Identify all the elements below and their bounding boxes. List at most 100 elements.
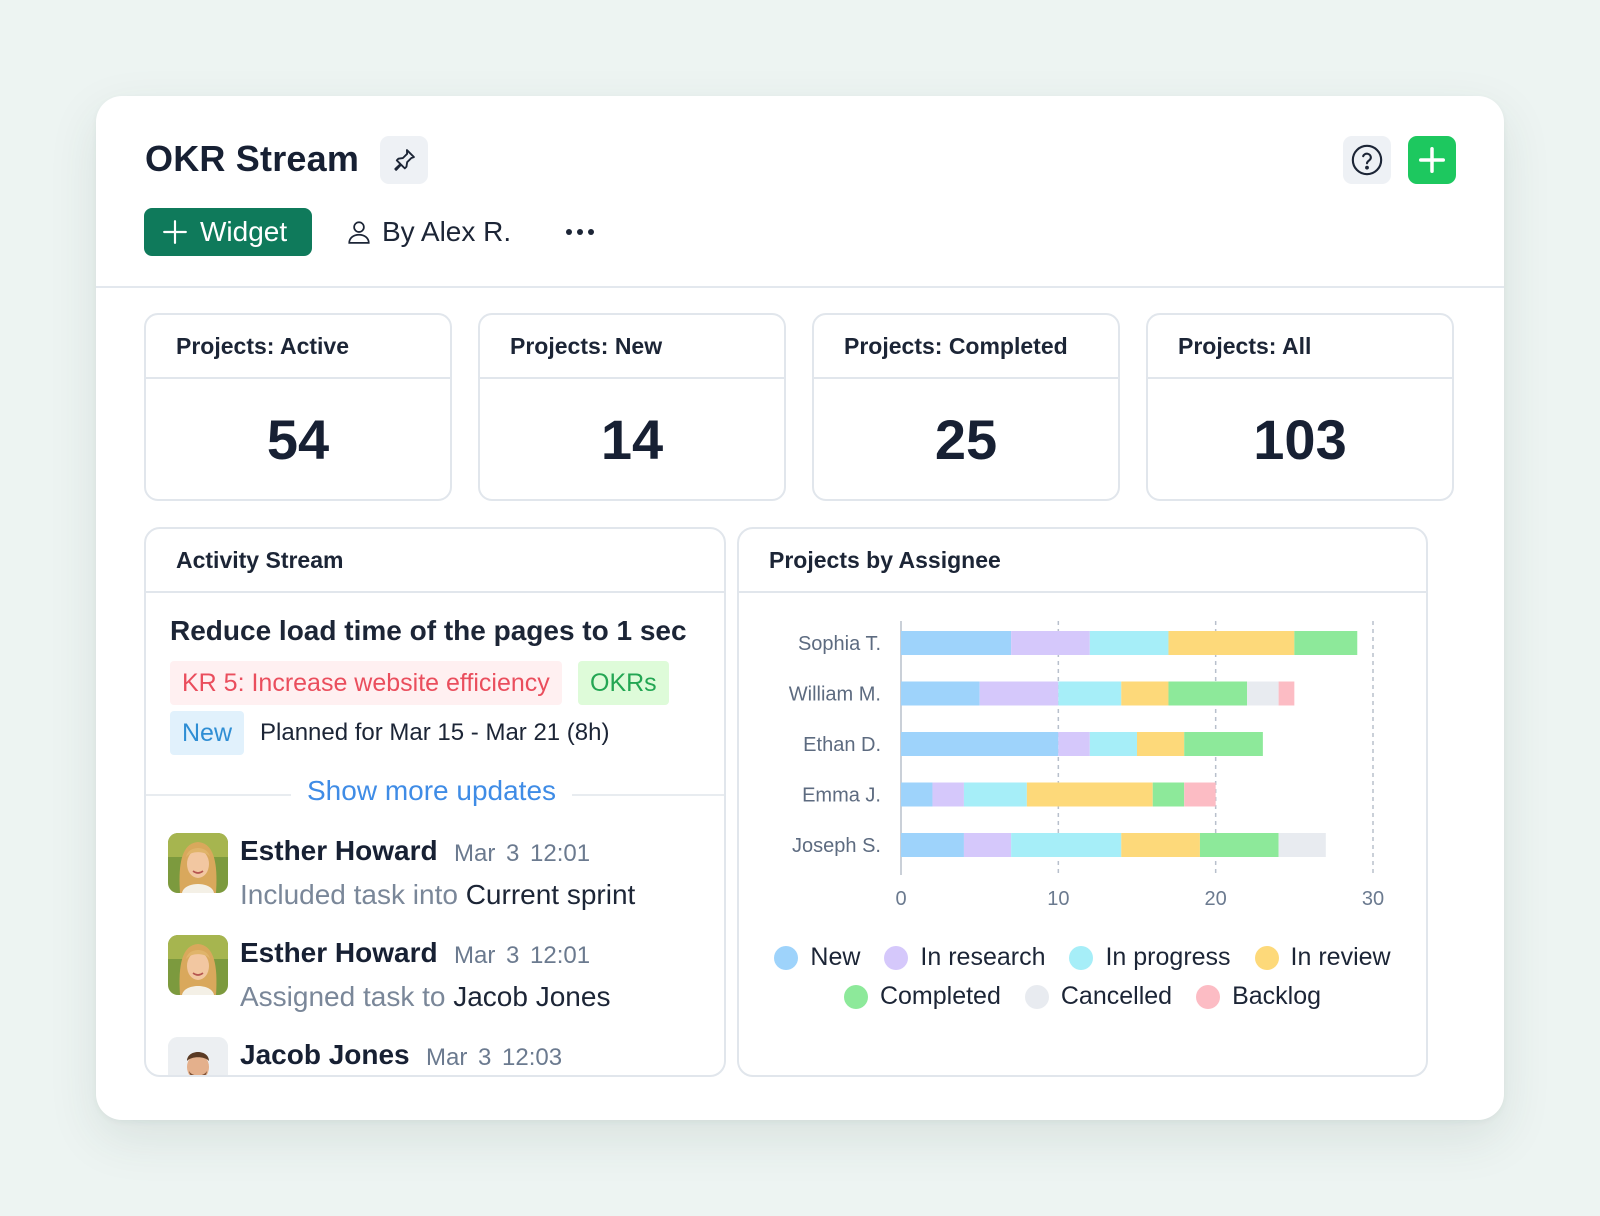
bar-segment <box>1184 732 1263 756</box>
y-tick-label: Ethan D. <box>803 734 881 756</box>
x-tick-label: 10 <box>1047 888 1069 910</box>
status-badge: New <box>170 711 245 755</box>
bar-segment <box>1278 681 1295 706</box>
stat-value: 14 <box>600 407 664 471</box>
key-result-tag[interactable]: KR 5: Increase website efficiency <box>170 661 562 705</box>
pin-icon <box>394 149 415 171</box>
bar-segment <box>979 681 1059 706</box>
bar-segment <box>1184 782 1216 807</box>
stat-value: 25 <box>934 407 998 471</box>
activity-text: Assigned task to Jacob Jones <box>240 981 610 1013</box>
bar-segment <box>1137 732 1185 756</box>
avatar[interactable] <box>168 1037 228 1075</box>
user-icon <box>348 221 370 244</box>
legend-item[interactable]: In progress <box>1069 943 1231 972</box>
planned-dates: Planned for Mar 15 - Mar 21 (8h) <box>260 719 610 746</box>
stat-card-all[interactable]: Projects: All 103 <box>1146 313 1454 501</box>
bar-segment <box>901 833 964 857</box>
bar-segment <box>1121 681 1169 706</box>
bar-segment <box>1294 631 1358 655</box>
bar-segment <box>963 833 1012 857</box>
add-widget-button[interactable]: Widget <box>144 208 312 256</box>
avatar[interactable] <box>168 935 228 995</box>
y-tick-label: Emma J. <box>802 785 881 807</box>
legend-item[interactable]: Completed <box>843 982 1001 1011</box>
activity-item: Esther Howard Mar 3 12:01 Assigned task … <box>168 935 688 1025</box>
x-tick-label: 0 <box>895 888 906 910</box>
user-name[interactable]: Esther Howard <box>240 835 438 867</box>
add-button[interactable] <box>1408 136 1456 184</box>
user-name[interactable]: Esther Howard <box>240 937 438 969</box>
action-text: Assigned task to <box>240 981 446 1012</box>
bar-segment <box>901 631 1012 655</box>
task-title[interactable]: Reduce load time of the pages to 1 sec <box>170 615 687 647</box>
activity-text: Included task into Current sprint <box>240 879 635 911</box>
bar-segment <box>1121 833 1200 857</box>
legend-item[interactable]: In research <box>884 943 1045 972</box>
stat-card-active[interactable]: Projects: Active 54 <box>144 313 452 501</box>
x-tick-label: 30 <box>1362 888 1384 910</box>
bar-segment <box>901 732 1059 756</box>
legend-label: In research <box>920 943 1046 971</box>
bar-segment <box>963 782 1027 807</box>
more-options-button[interactable] <box>562 216 598 248</box>
bar-segment <box>1011 631 1090 655</box>
bar-segment <box>1168 631 1295 655</box>
stat-label: Projects: All <box>1148 315 1452 379</box>
okr-tag[interactable]: OKRs <box>578 661 669 705</box>
legend-label: New <box>810 943 861 971</box>
legend-swatch <box>774 945 799 970</box>
legend-swatch <box>1024 984 1049 1009</box>
page-title: OKR Stream <box>145 138 360 179</box>
x-tick-label: 20 <box>1205 888 1227 910</box>
legend-item[interactable]: In review <box>1254 943 1391 972</box>
legend-swatch <box>1196 984 1221 1009</box>
plus-icon <box>1419 147 1445 173</box>
help-icon <box>1351 144 1383 176</box>
legend-item[interactable]: Cancelled <box>1024 982 1172 1011</box>
bar-segment <box>1278 833 1326 857</box>
bar-segment <box>1058 681 1122 706</box>
legend-label: Completed <box>879 982 1001 1010</box>
bar-segment <box>1089 631 1169 655</box>
legend-swatch <box>884 945 909 970</box>
chart-legend: Completed Cancelled Backlog <box>739 982 1426 1011</box>
legend-label: Backlog <box>1232 982 1322 1010</box>
show-more-updates-link[interactable]: Show more updates <box>291 775 573 807</box>
stat-label: Projects: New <box>480 315 784 379</box>
y-tick-label: William M. <box>789 684 881 706</box>
author-label: By Alex R. <box>382 216 512 247</box>
action-target[interactable]: Current sprint <box>466 879 636 910</box>
legend-label: In review <box>1290 943 1391 971</box>
panel-title: Projects by Assignee <box>739 529 1426 593</box>
plus-icon <box>163 220 187 244</box>
stat-value: 54 <box>266 407 330 471</box>
bar-segment <box>1089 732 1137 756</box>
pin-button[interactable] <box>380 136 428 184</box>
more-dots-icon <box>566 229 594 235</box>
bar-segment <box>1058 732 1090 756</box>
stat-card-new[interactable]: Projects: New 14 <box>478 313 786 501</box>
bar-segment <box>1247 681 1279 706</box>
okr-stream-card: OKR Stream Widget By Alex R. Projects: A… <box>96 96 1504 1120</box>
activity-stream-panel: Activity Stream Reduce load time of the … <box>144 527 726 1077</box>
avatar[interactable] <box>168 833 228 893</box>
action-target[interactable]: Jacob Jones <box>453 981 610 1012</box>
bar-segment <box>901 782 933 807</box>
projects-by-assignee-chart: 0 10 20 30 Sophia T. William M. Ethan D. Emma J… <box>789 621 1384 910</box>
bar-segment <box>1026 782 1153 807</box>
stat-label: Projects: Completed <box>814 315 1118 379</box>
y-tick-label: Joseph S. <box>792 835 881 857</box>
user-name[interactable]: Jacob Jones <box>240 1039 410 1071</box>
help-button[interactable] <box>1343 136 1391 184</box>
legend-item[interactable]: New <box>774 943 860 972</box>
author-filter[interactable]: By Alex R. <box>346 212 511 252</box>
legend-item[interactable]: Backlog <box>1196 982 1321 1011</box>
stat-card-completed[interactable]: Projects: Completed 25 <box>812 313 1120 501</box>
panel-title: Activity Stream <box>146 529 724 593</box>
activity-item: Esther Howard Mar 3 12:01 Included task … <box>168 833 688 923</box>
bar-segment <box>1168 681 1248 706</box>
y-tick-label: Sophia T. <box>798 633 881 655</box>
bar-segment <box>932 782 964 807</box>
chart-legend: New In research In progress In review <box>739 943 1426 972</box>
